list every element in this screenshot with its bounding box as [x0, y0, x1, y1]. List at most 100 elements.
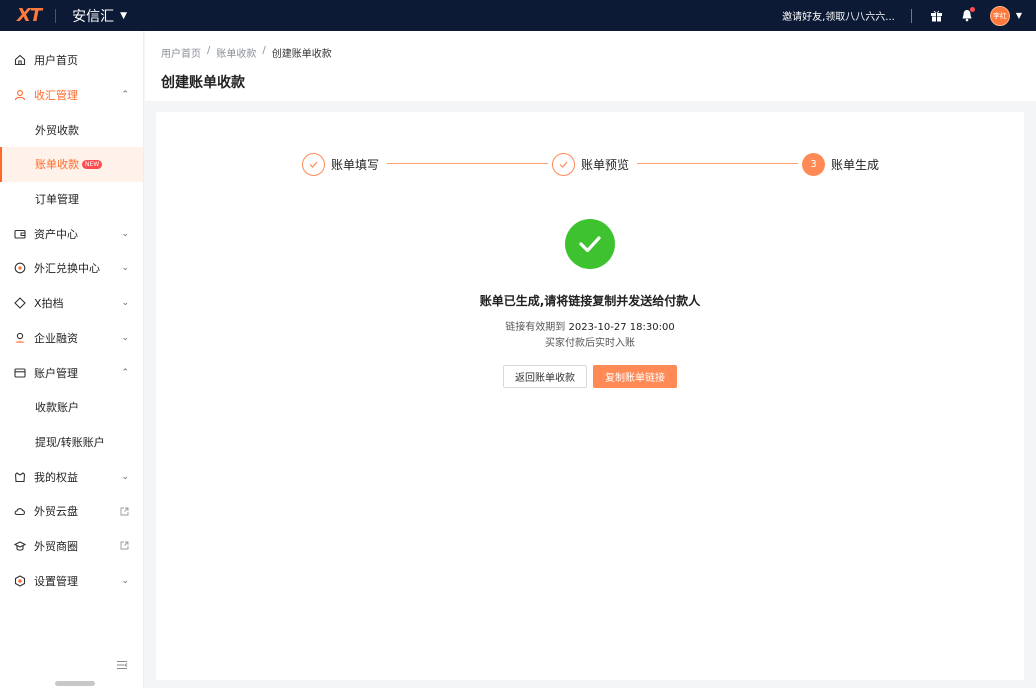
caret-down-icon[interactable]: ▼: [1016, 11, 1022, 20]
tag-icon: [14, 297, 26, 309]
brand-name: 安信汇: [72, 8, 115, 25]
sidebar-item-financing[interactable]: 企业融资 ⌄: [0, 321, 143, 356]
sidebar: 用户首页 收汇管理 ⌃ 外贸收款 账单收款 NEW 订单管理 资产中心 ⌄ 外汇…: [0, 31, 144, 688]
settings-icon: [14, 575, 26, 587]
check-icon: [302, 152, 325, 176]
sidebar-item-label: 用户首页: [34, 54, 78, 68]
sidebar-item-label: 外汇兑换中心: [34, 262, 100, 276]
sidebar-item-account-management[interactable]: 账户管理 ⌃: [0, 355, 143, 390]
chevron-down-icon: ⌄: [121, 263, 129, 274]
finance-icon: [14, 332, 26, 344]
top-navigation-bar: XT 安信汇 ▼ 邀请好友,领取八八六六... 李红 ▼: [0, 0, 1036, 31]
sidebar-item-label: 企业融资: [34, 331, 78, 345]
brand-switcher[interactable]: 安信汇 ▼: [72, 6, 127, 26]
sidebar-item-label: 订单管理: [35, 193, 79, 207]
sidebar-item-label: 账单收款: [35, 158, 79, 172]
sidebar-item-my-benefits[interactable]: 我的权益 ⌄: [0, 459, 143, 494]
page-header: 用户首页 / 账单收款 / 创建账单收款 创建账单收款: [145, 31, 1036, 101]
exchange-icon: [14, 262, 26, 274]
sidebar-item-trade-collection[interactable]: 外贸收款: [0, 112, 143, 147]
sidebar-item-withdraw-accounts[interactable]: 提现/转账账户: [0, 425, 143, 460]
new-badge: NEW: [82, 159, 103, 169]
chevron-down-icon: ⌄: [121, 332, 129, 343]
home-icon: [14, 54, 26, 66]
sidebar-item-label: X拍档: [34, 297, 64, 311]
sidebar-item-label: 收款账户: [35, 401, 79, 415]
step-label: 账单填写: [331, 157, 380, 172]
sidebar-item-label: 收汇管理: [34, 89, 78, 103]
sidebar-item-settings[interactable]: 设置管理 ⌄: [0, 563, 143, 598]
user-icon: [14, 89, 26, 101]
sidebar-item-label: 提现/转账账户: [35, 435, 105, 449]
sidebar-item-label: 资产中心: [34, 227, 78, 241]
scrollbar[interactable]: [55, 681, 95, 686]
wallet-icon: [14, 228, 26, 240]
step-preview-bill: 账单预览: [552, 152, 629, 176]
expiry-line: 链接有效期到 2023-10-27 18:30:00: [156, 318, 1024, 333]
page-title: 创建账单收款: [161, 75, 245, 91]
card-icon: [14, 367, 26, 379]
sidebar-item-bill-collection[interactable]: 账单收款 NEW: [0, 147, 143, 182]
expiry-label: 链接有效期到: [505, 322, 566, 333]
payment-note: 买家付款后实时入账: [545, 338, 635, 349]
avatar[interactable]: 李红: [989, 5, 1010, 26]
step-generate-bill: 3 账单生成: [802, 152, 879, 176]
chevron-up-icon: ⌃: [121, 367, 129, 378]
chevron-down-icon: ⌄: [121, 228, 129, 239]
action-buttons: 返回账单收款 复制账单链接: [503, 365, 677, 388]
sidebar-item-label: 账户管理: [34, 366, 78, 380]
graduation-icon: [14, 540, 26, 552]
sidebar-item-label: 设置管理: [34, 574, 78, 588]
step-label: 账单预览: [581, 157, 630, 172]
gift-box-icon: [14, 471, 26, 483]
notification-bell-icon[interactable]: [960, 6, 975, 23]
external-link-icon: [120, 507, 129, 516]
chevron-down-icon: ⌄: [121, 298, 129, 309]
step-connector: [637, 163, 798, 164]
success-check-icon: [565, 219, 615, 269]
divider: [910, 8, 912, 23]
invite-link[interactable]: 邀请好友,领取八八六六...: [782, 8, 895, 23]
caret-down-icon: ▼: [120, 10, 128, 21]
breadcrumb-current: 创建账单收款: [271, 49, 332, 60]
sidebar-item-cloud-drive[interactable]: 外贸云盘: [0, 494, 143, 529]
sidebar-item-trade-circle[interactable]: 外贸商圈: [0, 529, 143, 564]
collapse-menu-icon[interactable]: [116, 660, 128, 670]
check-icon: [552, 152, 575, 176]
sidebar-item-order-management[interactable]: 订单管理: [0, 182, 143, 217]
divider: [55, 8, 57, 23]
breadcrumb-home[interactable]: 用户首页: [161, 45, 201, 60]
sidebar-item-label: 外贸商圈: [34, 539, 78, 553]
sidebar-item-label: 外贸收款: [35, 123, 79, 137]
chevron-down-icon: ⌄: [121, 575, 129, 586]
step-number: 3: [802, 152, 825, 176]
breadcrumb-separator: /: [262, 45, 266, 56]
result-title: 账单已生成,请将链接复制并发送给付款人: [479, 294, 701, 308]
sidebar-item-x-partner[interactable]: X拍档 ⌄: [0, 286, 143, 321]
sidebar-item-fx-exchange[interactable]: 外汇兑换中心 ⌄: [0, 251, 143, 286]
breadcrumb: 用户首页 / 账单收款 / 创建账单收款: [161, 45, 332, 60]
steps-progress: 账单填写 账单预览 3 账单生成: [302, 152, 882, 176]
sidebar-item-home[interactable]: 用户首页: [0, 43, 143, 78]
expiry-date: 2023-10-27 18:30:00: [568, 322, 675, 333]
breadcrumb-bill-collection[interactable]: 账单收款: [216, 45, 256, 60]
copy-bill-link-button[interactable]: 复制账单链接: [593, 365, 677, 388]
sidebar-item-assets[interactable]: 资产中心 ⌄: [0, 216, 143, 251]
step-label: 账单生成: [831, 157, 880, 172]
chevron-up-icon: ⌃: [121, 90, 129, 101]
chevron-down-icon: ⌄: [121, 471, 129, 482]
cloud-icon: [14, 505, 26, 517]
sidebar-item-label: 我的权益: [34, 470, 78, 484]
sidebar-item-collection-accounts[interactable]: 收款账户: [0, 390, 143, 425]
breadcrumb-separator: /: [207, 45, 211, 56]
back-to-bill-collection-button[interactable]: 返回账单收款: [503, 365, 587, 388]
logo[interactable]: XT: [17, 5, 42, 26]
notification-dot: [969, 6, 975, 12]
external-link-icon: [120, 542, 129, 550]
sidebar-item-label: 外贸云盘: [34, 505, 78, 519]
step-fill-bill: 账单填写: [302, 152, 379, 176]
step-connector: [387, 163, 548, 164]
sidebar-item-collection-management[interactable]: 收汇管理 ⌃: [0, 78, 143, 113]
result-card: 账单填写 账单预览 3 账单生成 账单已生成,请将链接复制并发送给付款人 链接有…: [156, 112, 1024, 680]
gift-icon[interactable]: [930, 9, 944, 23]
